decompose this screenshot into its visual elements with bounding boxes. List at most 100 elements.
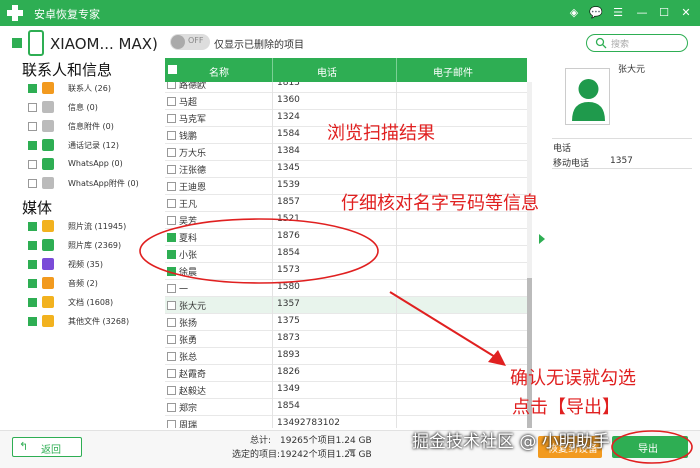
minimize-button[interactable]: — [634,6,650,20]
row-checkbox[interactable] [167,216,176,225]
panel-toggle-icon[interactable] [539,234,545,244]
table-row[interactable]: 张总 1893 [165,348,527,365]
whatsapp-attachment-icon [42,177,54,189]
contacts-category-checkbox[interactable] [28,179,37,188]
feedback-icon[interactable]: 💬 [588,6,604,20]
media-category-item[interactable]: 视频 (35) [28,257,164,273]
row-phone: 1584 [277,129,300,139]
chevron-down-icon[interactable] [348,449,356,454]
row-checkbox[interactable] [167,233,176,242]
whatsapp-icon [42,158,54,170]
table-row[interactable]: 小张 1854 [165,246,527,263]
row-name: 郑宗 [179,404,198,414]
row-name: 汪张德 [179,166,207,176]
row-checkbox[interactable] [167,284,176,293]
row-checkbox[interactable] [167,165,176,174]
table-row[interactable]: 赵霞奇 1826 [165,365,527,382]
media-category-item[interactable]: 照片流 (11945) [28,219,164,235]
wifi-icon[interactable]: ◈ [566,6,582,20]
row-checkbox[interactable] [167,301,176,310]
row-checkbox[interactable] [167,199,176,208]
media-category-checkbox[interactable] [28,317,37,326]
total-value: 19265个项目1.24 GB [280,436,372,446]
select-all-checkbox[interactable] [168,65,177,74]
row-checkbox[interactable] [167,131,176,140]
header-email[interactable]: 电子邮件 [433,64,473,79]
media-category-item[interactable]: 音频 (2) [28,276,164,292]
contacts-table: 名称 电话 电子邮件 路德欧 1813 马超 1360 马克军 1324 钱鹏 1584 万大乐… [165,58,532,430]
row-checkbox[interactable] [167,250,176,259]
table-row[interactable]: 一 1580 [165,280,527,297]
table-row[interactable]: 万大乐 1384 [165,144,527,161]
table-row[interactable]: 赵毅达 1349 [165,382,527,399]
row-checkbox[interactable] [167,352,176,361]
contacts-category-label: 联系人 (26) [68,84,111,93]
close-button[interactable]: ✕ [678,6,694,20]
media-category-checkbox[interactable] [28,222,37,231]
contacts-category-checkbox[interactable] [28,103,37,112]
row-checkbox[interactable] [167,148,176,157]
table-row[interactable]: 马超 1360 [165,93,527,110]
contacts-category-item[interactable]: 联系人 (26) [28,81,164,97]
detail-contact-name: 张大元 [618,65,646,75]
app-logo-icon [7,5,23,21]
header-phone[interactable]: 电话 [317,64,337,79]
row-checkbox[interactable] [167,267,176,276]
export-button[interactable]: 导出 [612,436,688,458]
media-category-checkbox[interactable] [28,241,37,250]
row-name: 吴芳 [179,217,198,227]
header-name[interactable]: 名称 [209,64,229,79]
table-row[interactable]: 徐晨 1573 [165,263,527,280]
watermark: 掘金技术社区 @ 小明助手 [412,432,610,452]
table-row[interactable]: 张大元 1357 [165,297,527,314]
row-checkbox[interactable] [167,386,176,395]
row-checkbox[interactable] [167,335,176,344]
media-category-item[interactable]: 其他文件 (3268) [28,314,164,330]
contacts-category-item[interactable]: WhatsApp (0) [28,157,164,173]
contacts-category-checkbox[interactable] [28,84,37,93]
contacts-category-checkbox[interactable] [28,160,37,169]
table-row[interactable]: 张扬 1375 [165,314,527,331]
maximize-button[interactable]: ☐ [656,6,672,20]
row-checkbox[interactable] [167,114,176,123]
app-title: 安卓恢复专家 [34,8,100,21]
contacts-category-item[interactable]: WhatsApp附件 (0) [28,176,164,192]
table-row[interactable]: 郑宗 1854 [165,399,527,416]
row-checkbox[interactable] [167,420,176,428]
back-button[interactable]: ↰ 返回 [12,437,82,457]
contacts-category-label: WhatsApp附件 (0) [68,179,139,188]
row-checkbox[interactable] [167,182,176,191]
row-phone: 1360 [277,95,300,105]
row-phone: 1854 [277,248,300,258]
row-checkbox[interactable] [167,318,176,327]
contacts-category-item[interactable]: 通话记录 (12) [28,138,164,154]
detail-phone-value: 1357 [610,156,633,166]
row-checkbox[interactable] [167,97,176,106]
selected-value: 19242个项目1.24 GB [280,450,372,460]
row-name: 马克军 [179,115,207,125]
table-row[interactable]: 汪张德 1345 [165,161,527,178]
search-input[interactable]: 搜索 [586,34,688,52]
device-checkbox[interactable] [12,38,22,48]
contacts-category-item[interactable]: 信息 (0) [28,100,164,116]
row-checkbox[interactable] [167,403,176,412]
attachment-icon [42,120,54,132]
row-name: 小张 [179,251,198,261]
contacts-category-checkbox[interactable] [28,122,37,131]
media-category-item[interactable]: 照片库 (2369) [28,238,164,254]
table-row[interactable]: 夏科 1876 [165,229,527,246]
other-files-icon [42,315,54,327]
contacts-category-checkbox[interactable] [28,141,37,150]
deleted-only-toggle[interactable]: OFF [170,34,210,50]
header-divider [272,58,273,82]
media-category-checkbox[interactable] [28,298,37,307]
media-category-checkbox[interactable] [28,260,37,269]
media-category-label: 文档 (1608) [68,298,114,307]
menu-icon[interactable]: ☰ [610,6,626,20]
media-category-item[interactable]: 文档 (1608) [28,295,164,311]
media-category-checkbox[interactable] [28,279,37,288]
table-row[interactable]: 张勇 1873 [165,331,527,348]
contacts-category-item[interactable]: 信息附件 (0) [28,119,164,135]
row-checkbox[interactable] [167,369,176,378]
detail-divider [552,168,692,169]
